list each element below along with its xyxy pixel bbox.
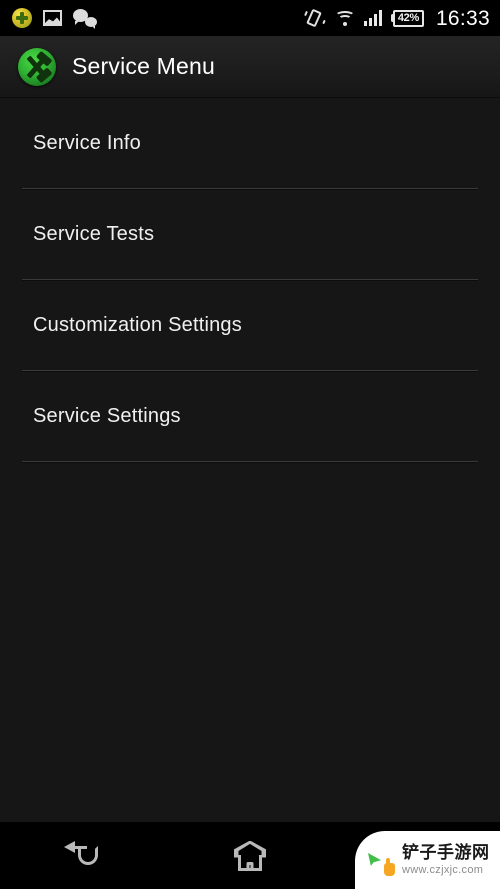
list-item-label: Service Tests xyxy=(33,222,155,245)
wifi-icon xyxy=(334,10,355,26)
list-item-label: Service Settings xyxy=(33,404,181,427)
status-bar: 42% 16:33 xyxy=(0,0,500,36)
list-divider xyxy=(22,461,478,462)
signal-icon xyxy=(363,10,382,26)
menu-item-customization-settings[interactable]: Customization Settings xyxy=(0,280,500,370)
home-icon xyxy=(234,840,266,871)
status-bar-notification-icons xyxy=(12,8,97,29)
list-item-label: Customization Settings xyxy=(33,313,242,336)
menu-item-service-tests[interactable]: Service Tests xyxy=(0,189,500,279)
service-menu-list: Service Info Service Tests Customization… xyxy=(0,98,500,822)
menu-item-service-info[interactable]: Service Info xyxy=(0,98,500,188)
back-button[interactable] xyxy=(0,822,167,889)
appstore-icon xyxy=(12,8,32,28)
list-item-label: Service Info xyxy=(33,131,142,154)
wechat-icon xyxy=(73,9,97,29)
recents-icon xyxy=(405,844,428,867)
crossed-hammers-icon xyxy=(18,47,56,86)
page-title: Service Menu xyxy=(72,53,216,79)
battery-icon: 42% xyxy=(390,9,424,27)
status-bar-system-icons: 42% 16:33 xyxy=(303,6,490,30)
phone-screen: 42% 16:33 Service Menu Service Info Serv… xyxy=(0,0,500,889)
status-bar-clock: 16:33 xyxy=(435,6,490,30)
action-bar: Service Menu xyxy=(0,36,500,98)
vibrate-icon xyxy=(303,8,326,28)
battery-level-label: 42% xyxy=(397,11,419,24)
picture-icon xyxy=(43,10,62,26)
menu-item-service-settings[interactable]: Service Settings xyxy=(0,371,500,461)
back-arrow-icon xyxy=(64,841,102,870)
home-button[interactable] xyxy=(167,822,334,889)
recents-button[interactable] xyxy=(333,822,500,889)
navigation-bar: 铲子手游网 www.czjxjc.com xyxy=(0,822,500,889)
